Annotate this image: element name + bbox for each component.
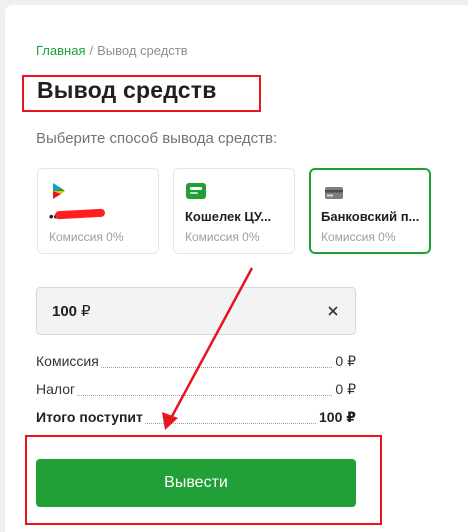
annotation-arrow: [162, 267, 254, 430]
